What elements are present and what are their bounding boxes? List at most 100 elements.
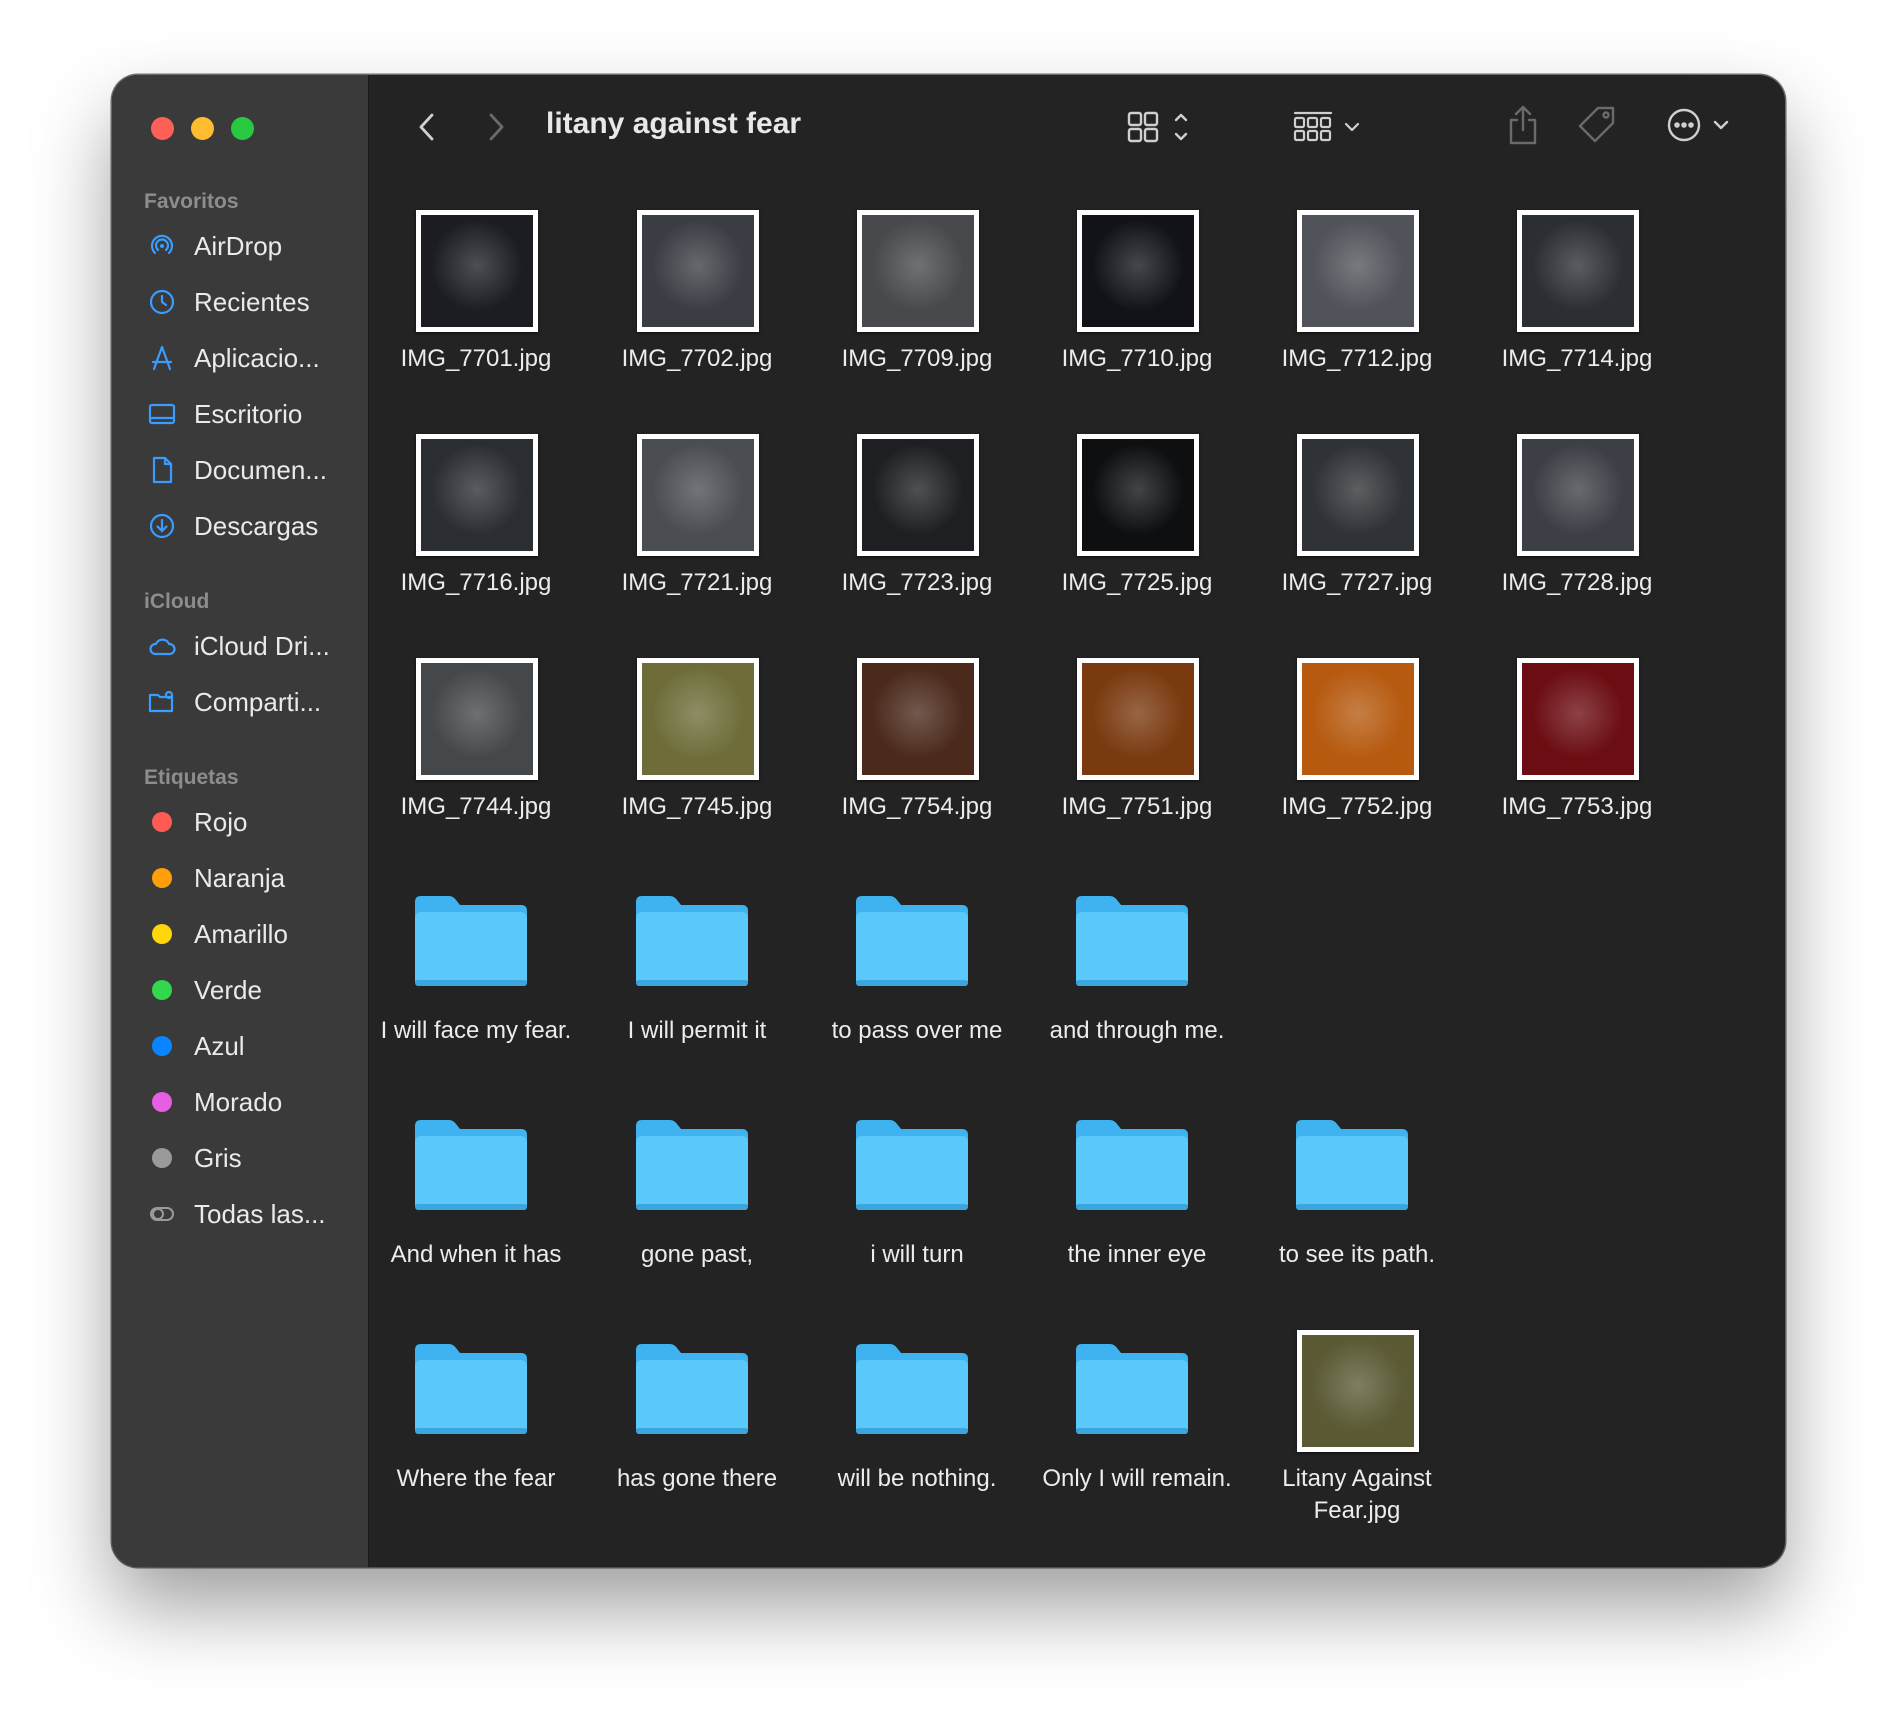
document-icon [146, 454, 178, 486]
image-file-item[interactable]: IMG_7710.jpg [1027, 75, 1247, 372]
image-file-item[interactable]: IMG_7727.jpg [1247, 299, 1467, 596]
tag-dot-icon [152, 1036, 172, 1056]
sidebar: Favoritos AirDrop Recientes Aplicacio...… [112, 75, 369, 1567]
sidebar-tag-gris[interactable]: Gris [146, 1138, 356, 1178]
download-icon [146, 510, 178, 542]
sidebar-item-label: Naranja [194, 862, 286, 893]
sidebar-item-documentos[interactable]: Documen... [146, 450, 356, 490]
folder-icon [856, 1344, 968, 1434]
sidebar-item-label: Descargas [194, 510, 319, 541]
image-file-item[interactable]: IMG_7701.jpg [366, 75, 586, 372]
image-thumbnail [1297, 1330, 1419, 1452]
tag-dot-icon [152, 1148, 172, 1168]
tag-dot-icon [152, 812, 172, 832]
shared-folder-icon [146, 686, 178, 718]
minimize-button[interactable] [191, 117, 214, 140]
item-label: will be nothing. [837, 1465, 997, 1492]
sidebar-tag-azul[interactable]: Azul [146, 1026, 356, 1066]
folder-item[interactable]: I will permit it [587, 747, 807, 1044]
image-file-item[interactable]: IMG_7744.jpg [366, 523, 586, 820]
sidebar-item-label: Amarillo [194, 918, 288, 949]
sidebar-item-label: Recientes [194, 286, 310, 317]
item-label: IMG_7753.jpg [1501, 793, 1653, 820]
tag-dot-icon [152, 1092, 172, 1112]
folder-item[interactable]: I will face my fear. [366, 747, 586, 1044]
image-file-item[interactable]: IMG_7702.jpg [587, 75, 807, 372]
folder-icon [1076, 1344, 1188, 1434]
folder-item[interactable]: gone past, [587, 971, 807, 1268]
sidebar-item-label: Verde [194, 974, 262, 1005]
tag-dot-icon [152, 980, 172, 1000]
image-file-item[interactable]: IMG_7714.jpg [1467, 75, 1687, 372]
sidebar-item-label: Comparti... [194, 686, 322, 717]
sidebar-item-label: Escritorio [194, 398, 303, 429]
image-file-item[interactable]: IMG_7712.jpg [1247, 75, 1467, 372]
tag-dot-icon [152, 924, 172, 944]
image-thumbnail [1297, 658, 1419, 780]
image-file-item[interactable]: IMG_7716.jpg [366, 299, 586, 596]
folder-item[interactable]: will be nothing. [807, 1195, 1027, 1492]
item-label: has gone there [616, 1465, 778, 1492]
folder-item[interactable]: the inner eye [1027, 971, 1247, 1268]
image-file-item[interactable]: IMG_7751.jpg [1027, 523, 1247, 820]
sidebar-item-escritorio[interactable]: Escritorio [146, 394, 356, 434]
image-file-item[interactable]: IMG_7721.jpg [587, 299, 807, 596]
image-file-item[interactable]: IMG_7752.jpg [1247, 523, 1467, 820]
folder-item[interactable]: i will turn [807, 971, 1027, 1268]
item-label: Litany Against Fear.jpg [1282, 1465, 1432, 1524]
zoom-button[interactable] [231, 117, 254, 140]
sidebar-item-label: Aplicacio... [194, 342, 320, 373]
folder-icon [415, 1344, 527, 1434]
sidebar-item-airdrop[interactable]: AirDrop [146, 226, 356, 266]
sidebar-tag-amarillo[interactable]: Amarillo [146, 914, 356, 954]
sidebar-tag-rojo[interactable]: Rojo [146, 802, 356, 842]
image-file-item[interactable]: IMG_7753.jpg [1467, 523, 1687, 820]
item-label: IMG_7752.jpg [1281, 793, 1433, 820]
sidebar-tag-verde[interactable]: Verde [146, 970, 356, 1010]
sidebar-tag-morado[interactable]: Morado [146, 1082, 356, 1122]
sidebar-item-compartido[interactable]: Comparti... [146, 682, 356, 722]
image-file-item[interactable]: IMG_7728.jpg [1467, 299, 1687, 596]
image-file-item[interactable]: IMG_7723.jpg [807, 299, 1027, 596]
sidebar-item-label: AirDrop [194, 230, 283, 261]
sidebar-item-label: Morado [194, 1086, 283, 1117]
sidebar-item-label: Gris [194, 1142, 242, 1173]
image-file-item[interactable]: IMG_7709.jpg [807, 75, 1027, 372]
sidebar-item-icloud-drive[interactable]: iCloud Dri... [146, 626, 356, 666]
image-file-item[interactable]: IMG_7725.jpg [1027, 299, 1247, 596]
sidebar-item-aplicaciones[interactable]: Aplicacio... [146, 338, 356, 378]
sidebar-tag-naranja[interactable]: Naranja [146, 858, 356, 898]
folder-icon [636, 1344, 748, 1434]
close-button[interactable] [151, 117, 174, 140]
folder-item[interactable]: And when it has [366, 971, 586, 1268]
sidebar-item-recientes[interactable]: Recientes [146, 282, 356, 322]
sidebar-section-tags: Etiquetas [144, 766, 239, 789]
sidebar-item-descargas[interactable]: Descargas [146, 506, 356, 546]
sidebar-item-label: Azul [194, 1030, 245, 1061]
sidebar-tag-all[interactable]: Todas las... [146, 1194, 356, 1234]
sidebar-item-label: iCloud Dri... [194, 630, 330, 661]
sidebar-item-label: Todas las... [194, 1198, 326, 1229]
image-file-item[interactable]: Litany Against Fear.jpg [1247, 1195, 1467, 1524]
window-controls [151, 117, 254, 140]
cloud-icon [146, 630, 178, 662]
folder-item[interactable]: Only I will remain. [1027, 1195, 1247, 1492]
folder-item[interactable]: to pass over me [807, 747, 1027, 1044]
folder-item[interactable]: and through me. [1027, 747, 1247, 1044]
sidebar-item-label: Documen... [194, 454, 327, 485]
image-file-item[interactable]: IMG_7745.jpg [587, 523, 807, 820]
folder-item[interactable]: has gone there [587, 1195, 807, 1492]
clock-icon [146, 286, 178, 318]
tag-dot-icon [152, 868, 172, 888]
sidebar-section-icloud: iCloud [144, 590, 210, 613]
image-thumbnail [1517, 658, 1639, 780]
image-file-item[interactable]: IMG_7754.jpg [807, 523, 1027, 820]
folder-item[interactable]: Where the fear [366, 1195, 586, 1492]
sidebar-item-label: Rojo [194, 806, 248, 837]
folder-item[interactable]: to see its path. [1247, 971, 1467, 1268]
all-tags-icon [146, 1198, 178, 1230]
item-label: Where the fear [396, 1465, 556, 1492]
desktop-icon [146, 398, 178, 430]
content-area: litany against fear IMG_7701.jpg IMG_770… [369, 75, 1785, 1567]
airdrop-icon [146, 230, 178, 262]
